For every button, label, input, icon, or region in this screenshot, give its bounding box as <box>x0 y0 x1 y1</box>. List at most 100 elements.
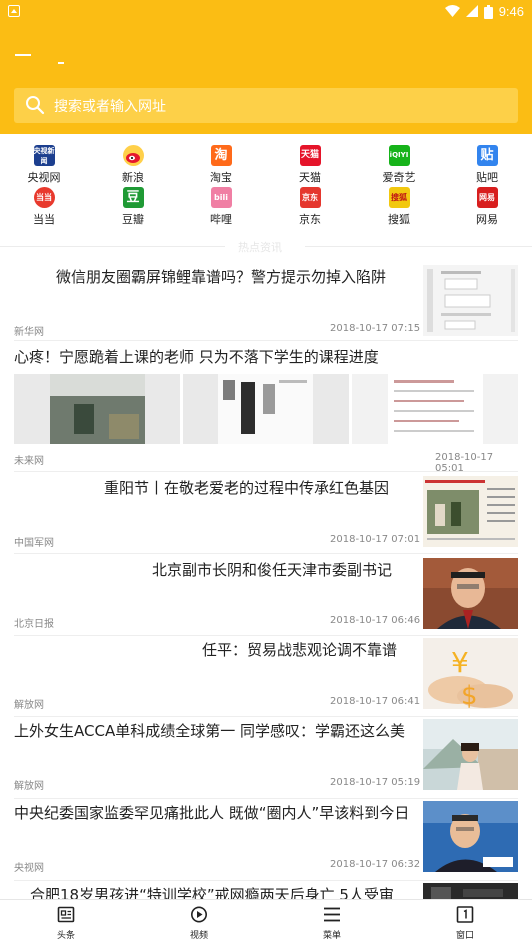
search-icon <box>26 96 45 115</box>
shortcut-sohu[interactable]: 搜狐 搜狐 <box>369 185 429 231</box>
search-placeholder: 搜索或者输入网址 <box>54 99 166 115</box>
news-item[interactable]: 上外女生ACCA单科成绩全球第一 同学感叹：学霸还这么美 解放网 2018-10… <box>14 718 518 799</box>
netease-logo-icon: 网易 <box>476 187 498 208</box>
search-bar[interactable]: 搜索或者输入网址 <box>14 88 518 123</box>
shortcut-taobao[interactable]: 淘 淘宝 <box>191 143 251 189</box>
news-title: 重阳节丨在敬老爱老的过程中传承红色基因 <box>104 479 390 497</box>
news-item[interactable]: 北京副市长阴和俊任天津市委副书记 北京日报 2018-10-17 06:46 <box>14 555 518 636</box>
divider <box>14 798 518 799</box>
browser-app: 9:46 搜索或者输入网址 央视新闻 央视网 新浪 淘 淘宝 天猫 天猫 iQI… <box>0 0 532 947</box>
shortcut-tmall[interactable]: 天猫 天猫 <box>280 143 340 189</box>
shortcut-label: 天猫 <box>299 171 321 184</box>
tab-headlines[interactable]: 头条 <box>36 906 96 941</box>
shortcut-jd[interactable]: 京东 京东 <box>280 185 340 231</box>
wifi-icon <box>444 5 460 17</box>
svg-text:¥: ¥ <box>451 646 469 679</box>
news-item[interactable]: 任平：贸易战悲观论调不靠谱 解放网 2018-10-17 06:41 ¥ $ <box>14 637 518 717</box>
battery-icon <box>483 4 493 19</box>
news-thumbnail <box>423 476 518 547</box>
svg-text:$: $ <box>461 681 478 709</box>
shortcut-dangdang[interactable]: 当当 当当 <box>14 185 74 231</box>
news-source: 解放网 <box>14 700 44 711</box>
news-image-3 <box>352 374 518 444</box>
shortcut-label: 新浪 <box>122 171 144 184</box>
shortcut-label: 央视网 <box>27 171 61 184</box>
divider <box>14 471 518 472</box>
divider <box>14 716 518 717</box>
divider <box>14 880 518 881</box>
shortcut-label: 网易 <box>476 213 498 226</box>
shortcut-label: 搜狐 <box>388 213 410 226</box>
shortcut-iqiyi[interactable]: iQIYI 爱奇艺 <box>369 143 429 189</box>
dangdang-logo-icon: 当当 <box>33 187 55 208</box>
news-source: 解放网 <box>14 781 44 792</box>
shortcut-label: 淘宝 <box>210 171 232 184</box>
cctv-logo-icon: 央视新闻 <box>33 145 55 166</box>
douban-logo-icon: 豆 <box>122 187 144 208</box>
sina-logo-icon <box>122 145 144 166</box>
shortcut-label: 爱奇艺 <box>382 171 416 184</box>
tab-label: 视频 <box>189 931 208 941</box>
news-item[interactable]: 重阳节丨在敬老爱老的过程中传承红色基因 中国军网 2018-10-17 07:0… <box>14 473 518 554</box>
status-bar: 9:46 <box>0 0 532 24</box>
play-icon <box>191 906 207 923</box>
hot-news-divider: 热点资讯 <box>0 238 532 254</box>
news-thumbnail <box>423 719 518 790</box>
header-mark <box>15 54 31 56</box>
divider <box>14 635 518 636</box>
tab-video[interactable]: 视频 <box>169 906 229 941</box>
news-date: 2018-10-17 05:19 <box>330 777 421 788</box>
news-title: 北京副市长阴和俊任天津市委副书记 <box>152 561 393 579</box>
news-thumbnail <box>423 558 518 629</box>
news-image-2 <box>183 374 349 444</box>
bilibili-logo-icon: bili <box>210 187 232 208</box>
news-date: 2018-10-17 06:46 <box>330 615 421 626</box>
tab-menu[interactable]: 菜单 <box>302 906 362 941</box>
news-date: 2018-10-17 07:15 <box>330 323 421 334</box>
news-source: 央视网 <box>14 863 44 874</box>
news-thumbnail <box>423 265 518 336</box>
news-title: 微信朋友圈霸屏锦鲤靠谱吗？警方提示勿掉入陷阱 <box>56 268 387 286</box>
news-source: 新华网 <box>14 327 44 338</box>
shortcut-cctv[interactable]: 央视新闻 央视网 <box>14 143 74 189</box>
shortcut-bilibili[interactable]: bili 哔哩 <box>191 185 251 231</box>
hot-news-label: 热点资讯 <box>238 241 282 254</box>
tieba-logo-icon: 贴 <box>476 145 498 166</box>
tmall-logo-icon: 天猫 <box>299 145 321 166</box>
news-thumbnail <box>423 801 518 872</box>
divider-line <box>0 246 225 247</box>
jd-logo-icon: 京东 <box>299 187 321 208</box>
news-item[interactable]: 心疼！宁愿跪着上课的老师 只为不落下学生的课程进度 未来网 2018-10-17… <box>14 342 518 474</box>
shortcut-netease[interactable]: 网易 网易 <box>457 185 517 231</box>
shortcut-label: 京东 <box>299 213 321 226</box>
news-item[interactable]: 微信朋友圈霸屏锦鲤靠谱吗？警方提示勿掉入陷阱 新华网 2018-10-17 07… <box>14 254 518 341</box>
iqiyi-logo-icon: iQIYI <box>388 145 410 166</box>
bottom-nav: 头条 视频 菜单 窗口 <box>0 899 532 947</box>
clock: 9:46 <box>498 4 524 19</box>
shortcut-sina[interactable]: 新浪 <box>103 143 163 189</box>
shortcut-douban[interactable]: 豆 豆瓣 <box>103 185 163 231</box>
news-icon <box>57 906 75 923</box>
tab-label: 菜单 <box>322 931 341 941</box>
divider <box>14 553 518 554</box>
tab-label: 窗口 <box>455 931 474 941</box>
news-item[interactable]: 中央纪委国家监委罕见痛批此人 既做“圈内人”早该料到今日 央视网 2018-10… <box>14 800 518 881</box>
news-source: 北京日报 <box>14 619 54 630</box>
menu-icon <box>324 907 340 922</box>
tab-windows[interactable]: 窗口 <box>435 906 495 941</box>
header: 搜索或者输入网址 <box>0 24 532 134</box>
divider <box>14 340 518 341</box>
news-image-1 <box>14 374 180 444</box>
tab-label: 头条 <box>56 931 75 941</box>
news-title: 上外女生ACCA单科成绩全球第一 同学感叹：学霸还这么美 <box>14 722 405 740</box>
news-date: 2018-10-17 06:41 <box>330 696 421 707</box>
news-title: 任平：贸易战悲观论调不靠谱 <box>202 641 398 659</box>
news-title: 中央纪委国家监委罕见痛批此人 既做“圈内人”早该料到今日 <box>14 804 410 822</box>
shortcut-label: 豆瓣 <box>122 213 144 226</box>
window-icon <box>456 906 474 923</box>
notification-icon <box>8 5 20 17</box>
divider-line <box>305 246 532 247</box>
shortcut-tieba[interactable]: 贴 贴吧 <box>457 143 517 189</box>
shortcut-label: 哔哩 <box>210 213 232 226</box>
sohu-logo-icon: 搜狐 <box>388 187 410 208</box>
